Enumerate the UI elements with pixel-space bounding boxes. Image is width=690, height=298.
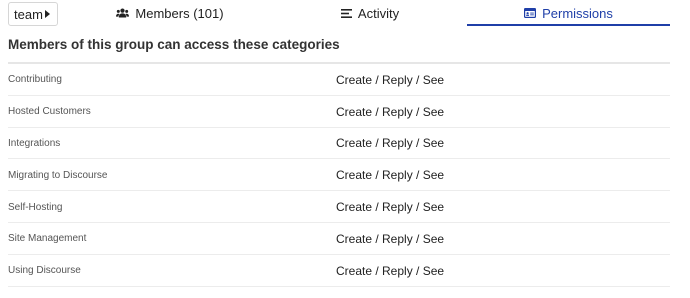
category-permissions-table: Contributing Create / Reply / See Hosted… — [8, 64, 670, 287]
permission-level: Create / Reply / See — [336, 263, 445, 278]
permission-level: Create / Reply / See — [336, 231, 445, 246]
table-row: Self-Hosting Create / Reply / See — [8, 191, 670, 223]
table-row: Integrations Create / Reply / See — [8, 128, 670, 160]
permission-level: Create / Reply / See — [336, 200, 445, 215]
table-row: Migrating to Discourse Create / Reply / … — [8, 159, 670, 192]
group-selector-button[interactable]: team — [8, 2, 58, 26]
list-icon — [340, 8, 352, 18]
group-nav: team Members (101) Activity Permissions — [0, 0, 690, 30]
permission-level: Create / Reply / See — [336, 136, 445, 151]
category-link[interactable]: Site Management — [8, 223, 86, 255]
tab-activity[interactable]: Activity — [270, 0, 470, 26]
caret-right-icon — [45, 10, 50, 18]
table-row: Site Management Create / Reply / See — [8, 223, 670, 255]
permission-level: Create / Reply / See — [336, 168, 445, 183]
permission-level: Create / Reply / See — [336, 104, 445, 119]
category-link[interactable]: Integrations — [8, 128, 60, 160]
tab-members-label: Members (101) — [135, 5, 224, 21]
tab-members[interactable]: Members (101) — [70, 0, 270, 26]
table-row: Contributing Create / Reply / See — [8, 64, 670, 96]
group-selector-label: team — [14, 6, 43, 22]
table-row: Using Discourse Create / Reply / See — [8, 255, 670, 287]
permission-level: Create / Reply / See — [336, 72, 445, 87]
tab-activity-label: Activity — [357, 5, 400, 21]
tab-permissions[interactable]: Permissions — [467, 0, 670, 26]
category-link[interactable]: Migrating to Discourse — [8, 159, 107, 191]
category-link[interactable]: Self-Hosting — [8, 191, 62, 223]
id-card-icon — [524, 8, 537, 18]
table-row: Hosted Customers Create / Reply / See — [8, 96, 670, 128]
users-icon — [116, 8, 130, 18]
active-tab-indicator — [467, 24, 670, 26]
category-link[interactable]: Using Discourse — [8, 255, 81, 287]
category-link[interactable]: Hosted Customers — [8, 96, 91, 128]
tab-permissions-label: Permissions — [542, 5, 613, 21]
page-heading: Members of this group can access these c… — [8, 37, 340, 52]
category-link[interactable]: Contributing — [8, 64, 62, 96]
